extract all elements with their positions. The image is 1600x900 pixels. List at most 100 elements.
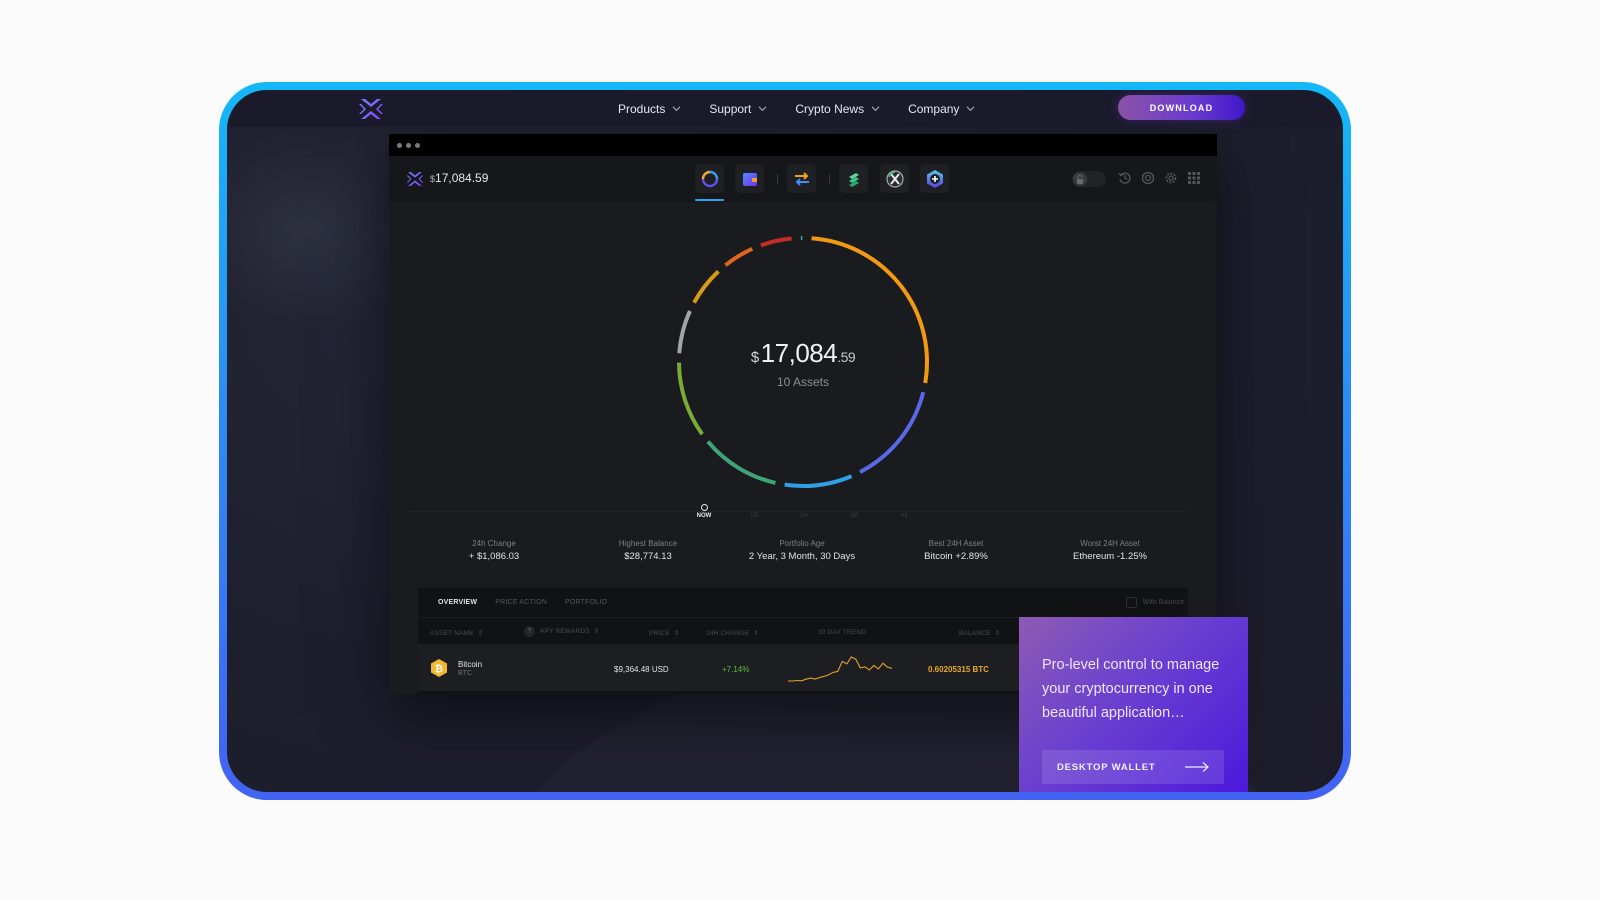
website-screen: Products Support Crypto News Company DOW… xyxy=(227,90,1343,792)
app-header: $17,084.59 xyxy=(389,156,1217,202)
nav-support[interactable]: Support xyxy=(709,102,767,116)
stat-label: Portfolio Age xyxy=(779,539,825,548)
stat-value: 2 Year, 3 Month, 30 Days xyxy=(748,551,856,562)
stat-portfolio-age: Portfolio Age 2 Year, 3 Month, 30 Days xyxy=(725,539,879,562)
donut-segment[interactable] xyxy=(706,440,776,485)
stat-label: Best 24H Asset xyxy=(928,539,984,548)
nav-crypto-news-label: Crypto News xyxy=(795,101,865,116)
nav-links: Products Support Crypto News Company xyxy=(618,90,1003,127)
add-app-icon xyxy=(926,169,943,188)
column-apy-rewards[interactable]: ? APY REWARDS ⇕ xyxy=(524,626,600,637)
apps-grid-icon[interactable] xyxy=(1187,171,1201,185)
column-asset-name[interactable]: ASSET NAME ⇕ xyxy=(430,629,483,637)
lock-toggle[interactable] xyxy=(1072,171,1106,187)
nav-products[interactable]: Products xyxy=(618,102,681,116)
column-label: 24H CHANGE xyxy=(706,630,750,637)
stat-best-asset: Best 24H Asset Bitcoin +2.89% xyxy=(879,539,1033,562)
sort-icon: ⇕ xyxy=(753,630,760,637)
timeline-track xyxy=(409,511,1187,512)
column-30-day-trend: 30 DAY TREND xyxy=(818,629,866,636)
sort-icon: ⇕ xyxy=(477,630,484,637)
compound-app-tab[interactable] xyxy=(839,164,868,193)
support-icon[interactable] xyxy=(1141,171,1155,185)
sort-icon: ⇕ xyxy=(994,630,1001,637)
desktop-wallet-button[interactable]: DESKTOP WALLET xyxy=(1042,750,1224,784)
nav-crypto-news[interactable]: Crypto News xyxy=(795,102,880,116)
device-frame: Products Support Crypto News Company DOW… xyxy=(219,82,1351,800)
with-balance-filter[interactable]: With Balance xyxy=(1125,597,1184,608)
wallet-tab[interactable] xyxy=(735,164,764,193)
chevron-down-icon xyxy=(966,106,975,112)
time-range-now[interactable]: NOW xyxy=(689,504,719,519)
portfolio-tab[interactable] xyxy=(695,164,724,201)
asset-name: Bitcoin xyxy=(458,660,483,669)
amount-whole: 17,084 xyxy=(760,338,838,368)
svg-text:₿: ₿ xyxy=(435,663,443,675)
nav-company-label: Company xyxy=(908,101,960,116)
time-range-1d[interactable]: 1D xyxy=(739,513,769,519)
stat-highest-balance: Highest Balance $28,774.13 xyxy=(571,539,725,562)
time-range-all[interactable]: All xyxy=(889,513,919,519)
time-range-1m[interactable]: 1M xyxy=(839,513,869,519)
download-button[interactable]: DOWNLOAD xyxy=(1118,95,1245,120)
portfolio-icon xyxy=(701,170,718,187)
currency-symbol: $ xyxy=(750,349,759,366)
donut-segment[interactable] xyxy=(784,474,853,488)
xswap-app-tab[interactable] xyxy=(880,164,909,193)
tab-portfolio[interactable]: PORTFOLIO xyxy=(565,599,607,606)
trend-sparkline xyxy=(788,656,893,682)
donut-segment[interactable] xyxy=(760,236,792,248)
table-tabs: OVERVIEW PRICE ACTION PORTFOLIO With Bal… xyxy=(418,588,1188,618)
exchange-tab[interactable] xyxy=(787,164,816,193)
desktop-wallet-label: DESKTOP WALLET xyxy=(1057,761,1156,773)
portfolio-amount: $17,084.59 xyxy=(673,338,933,369)
header-balance: $17,084.59 xyxy=(430,171,488,185)
donut-segment[interactable] xyxy=(859,391,926,474)
with-balance-label: With Balance xyxy=(1142,599,1184,606)
asset-price: $9,364.48 USD xyxy=(614,665,669,674)
time-range-label: NOW xyxy=(696,513,712,519)
window-dot[interactable] xyxy=(406,142,411,148)
with-balance-checkbox[interactable] xyxy=(1125,597,1137,608)
exodus-logo-icon[interactable] xyxy=(358,96,384,122)
asset-symbol: BTC xyxy=(458,670,472,677)
donut-segment[interactable] xyxy=(724,247,754,267)
nav-company[interactable]: Company xyxy=(908,102,975,116)
exchange-icon xyxy=(794,171,809,186)
tab-overview[interactable]: OVERVIEW xyxy=(438,599,477,606)
column-24h-change[interactable]: 24H CHANGE ⇕ xyxy=(706,629,759,637)
amount-cents: .59 xyxy=(837,349,856,365)
balance-value: 17,084.59 xyxy=(435,171,489,185)
asset-balance: 0.60205315 BTC xyxy=(928,665,989,674)
stat-value: $28,774.13 xyxy=(624,551,672,562)
time-range-1w[interactable]: 1W xyxy=(789,513,819,519)
exodus-logo-icon xyxy=(406,172,424,186)
wallet-icon xyxy=(742,172,757,186)
window-dot[interactable] xyxy=(415,142,420,148)
stat-label: 24h Change xyxy=(472,539,516,548)
lock-icon xyxy=(1073,172,1087,186)
column-label: 30 DAY TREND xyxy=(818,629,867,636)
portfolio-total: $17,084.59 10 Assets xyxy=(673,338,933,389)
sort-icon: ⇕ xyxy=(593,628,600,635)
add-app-tab[interactable] xyxy=(920,164,949,193)
stat-value: Bitcoin +2.89% xyxy=(924,551,988,562)
column-price[interactable]: PRICE ⇕ xyxy=(649,629,680,637)
window-dot[interactable] xyxy=(397,142,402,148)
column-label: PRICE xyxy=(649,630,670,637)
stat-value: Ethereum -1.25% xyxy=(1073,551,1147,562)
settings-icon[interactable] xyxy=(1164,171,1178,185)
promo-text: Pro-level control to manage your cryptoc… xyxy=(1042,657,1220,721)
bitcoin-icon: ₿ xyxy=(431,659,447,677)
column-label: ASSET NAME xyxy=(430,630,474,637)
donut-segment[interactable] xyxy=(692,269,720,304)
history-icon[interactable] xyxy=(1118,171,1132,185)
top-navigation: Products Support Crypto News Company DOW… xyxy=(227,90,1343,127)
trend-line xyxy=(788,656,893,682)
tab-price-action[interactable]: PRICE ACTION xyxy=(495,599,547,606)
selected-dot xyxy=(700,504,708,511)
help-icon[interactable]: ? xyxy=(524,626,535,637)
compound-icon xyxy=(848,172,859,187)
column-balance[interactable]: BALANCE ⇕ xyxy=(959,629,1000,637)
toolbar-separator xyxy=(829,174,830,184)
